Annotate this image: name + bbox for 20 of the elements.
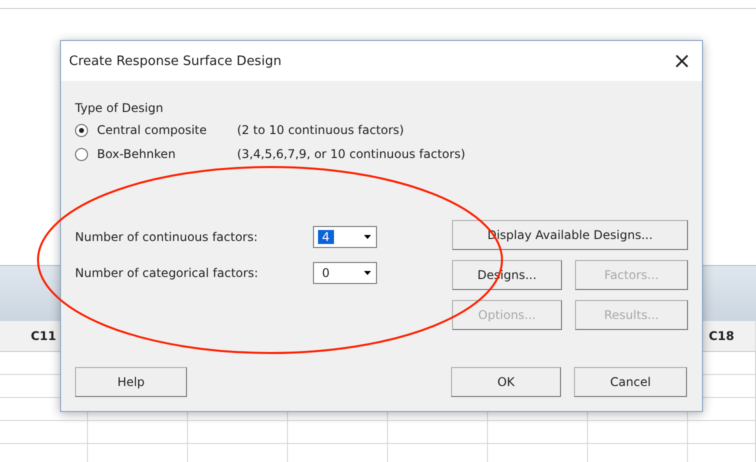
caret-icon xyxy=(364,235,371,239)
column-header[interactable]: C18 xyxy=(708,329,734,343)
field-label: Number of continuous factors: xyxy=(75,230,259,244)
group-label: Type of Design xyxy=(75,101,164,115)
caret-icon xyxy=(364,271,371,275)
close-button[interactable]: × xyxy=(662,43,702,79)
option-note: (3,4,5,6,7,9, or 10 continuous factors) xyxy=(237,147,466,161)
dialog-button[interactable]: Help xyxy=(75,367,187,397)
radio-button[interactable] xyxy=(75,124,88,136)
dropdown-field[interactable]: 0 xyxy=(313,262,377,284)
dialog-button[interactable]: Cancel xyxy=(574,367,687,397)
radio-label[interactable]: Central composite xyxy=(97,123,237,137)
column-header[interactable]: C11 xyxy=(30,329,56,343)
field-label: Number of categorical factors: xyxy=(75,266,260,280)
radio-label[interactable]: Box-Behnken xyxy=(97,147,237,161)
dialog-button[interactable]: OK xyxy=(451,367,561,397)
radio-button[interactable] xyxy=(75,148,88,160)
window-title: Create Response Surface Design xyxy=(69,54,282,68)
option-note: (2 to 10 continuous factors) xyxy=(237,123,404,137)
dropdown-field[interactable]: 4 xyxy=(313,226,377,248)
